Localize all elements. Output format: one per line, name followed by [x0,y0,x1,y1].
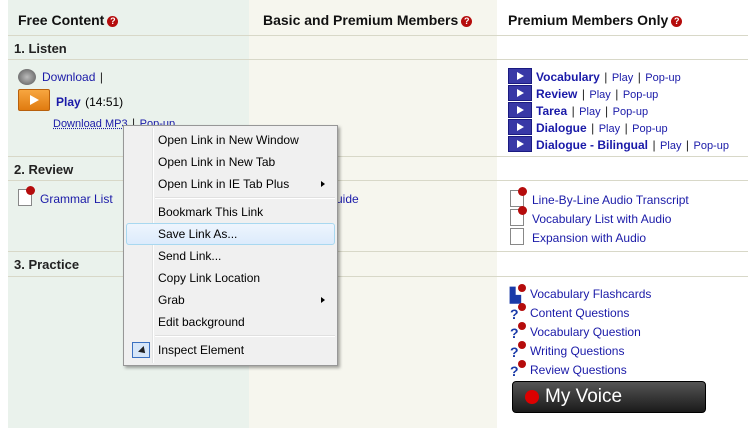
grammar-list-link[interactable]: Grammar List [40,192,113,206]
play-row: Play (14:51) [18,89,123,111]
question-icon: ? [510,360,526,379]
flashcard-icon: ▙ [510,284,526,303]
menu-item-edit-background[interactable]: Edit background [126,311,335,333]
menu-item-open-ie-tab[interactable]: Open Link in IE Tab Plus [126,173,335,195]
submenu-arrow-icon [321,297,325,303]
play-link[interactable]: Play [599,123,620,135]
vocabulary-link[interactable]: Vocabulary [536,70,600,84]
play-icon[interactable] [508,136,532,152]
play-icon[interactable] [508,102,532,118]
review-questions-link[interactable]: Review Questions [530,363,627,377]
menu-item-inspect-element[interactable]: Inspect Element [126,339,335,361]
play-link[interactable]: Play [612,72,633,84]
writing-questions-link[interactable]: Writing Questions [530,344,624,358]
dialogue-bilingual-link[interactable]: Dialogue - Bilingual [536,138,648,152]
review-section-divider [8,156,748,157]
speaker-icon [18,69,36,85]
play-icon[interactable] [18,89,50,111]
header-free: Free Content? [18,12,119,28]
popup-link[interactable]: Pop-up [645,72,680,84]
menu-separator [155,197,335,199]
record-icon [525,390,539,404]
play-icon[interactable] [508,119,532,135]
listen-divider [8,59,748,60]
document-icon [510,206,527,226]
play-link[interactable]: Play [56,95,81,109]
review-divider [8,180,748,181]
question-icon: ? [510,303,526,322]
section-practice: 3. Practice [14,257,80,272]
grammar-row: Grammar List [18,186,113,208]
document-icon [510,228,524,245]
premium-review-item: Expansion with Audio [510,228,646,247]
menu-item-copy-link-location[interactable]: Copy Link Location [126,267,335,289]
premium-review-item: Line-By-Line Audio Transcript [510,187,689,209]
expansion-link[interactable]: Expansion with Audio [532,231,646,245]
menu-item-send-link[interactable]: Send Link... [126,245,335,267]
premium-practice-item: ? Vocabulary Question [510,322,641,341]
document-icon [18,186,35,206]
flashcards-link[interactable]: Vocabulary Flashcards [530,287,651,301]
context-menu: Open Link in New Window Open Link in New… [123,125,338,366]
submenu-arrow-icon [321,181,325,187]
menu-separator [155,335,335,337]
dialogue-link[interactable]: Dialogue [536,121,587,135]
premium-practice-item: ? Content Questions [510,303,629,322]
header-basic: Basic and Premium Members? [263,12,473,28]
question-icon: ? [510,341,526,360]
premium-listen-item: Review | Play | Pop-up [508,85,658,103]
help-icon[interactable]: ? [461,16,473,27]
review-link[interactable]: Review [536,87,577,101]
popup-link[interactable]: Pop-up [623,89,658,101]
premium-listen-item: Dialogue - Bilingual | Play | Pop-up [508,136,729,154]
vocabulary-list-link[interactable]: Vocabulary List with Audio [532,212,671,226]
menu-item-open-new-tab[interactable]: Open Link in New Tab [126,151,335,173]
voice-recorder-button[interactable]: My Voice Recorder [512,381,706,437]
tarea-link[interactable]: Tarea [536,104,567,118]
premium-practice-item: ? Review Questions [510,360,627,379]
vocabulary-question-link[interactable]: Vocabulary Question [530,325,641,339]
menu-item-bookmark-link[interactable]: Bookmark This Link [126,201,335,223]
popup-link[interactable]: Pop-up [693,140,728,152]
transcript-icon [510,187,527,207]
download-mp3-link[interactable]: Download MP3 [53,118,128,130]
help-icon[interactable]: ? [671,16,683,27]
menu-item-open-new-window[interactable]: Open Link in New Window [126,129,335,151]
premium-practice-item: ? Writing Questions [510,341,624,360]
premium-review-item: Vocabulary List with Audio [510,206,671,228]
header-divider [8,35,748,36]
content-questions-link[interactable]: Content Questions [530,306,629,320]
question-icon: ? [510,322,526,341]
play-link[interactable]: Play [589,89,610,101]
premium-practice-item: ▙ Vocabulary Flashcards [510,284,651,303]
practice-section-divider [8,251,748,252]
download-link[interactable]: Download [42,70,95,84]
duration: (14:51) [85,95,124,109]
basic-review-link-row: uide [336,190,359,208]
inspect-icon [132,342,150,358]
menu-item-grab[interactable]: Grab [126,289,335,311]
play-icon[interactable] [508,68,532,84]
download-row: Download | [18,68,103,86]
section-review: 2. Review [14,162,74,177]
premium-listen-item: Vocabulary | Play | Pop-up [508,68,681,86]
premium-listen-item: Tarea | Play | Pop-up [508,102,648,120]
play-link[interactable]: Play [660,140,681,152]
guide-link[interactable]: uide [336,192,359,206]
popup-link[interactable]: Pop-up [613,106,648,118]
play-icon[interactable] [508,85,532,101]
play-link[interactable]: Play [579,106,600,118]
help-icon[interactable]: ? [107,16,119,27]
premium-listen-item: Dialogue | Play | Pop-up [508,119,668,137]
header-premium: Premium Members Only? [508,12,683,28]
transcript-link[interactable]: Line-By-Line Audio Transcript [532,193,689,207]
popup-link[interactable]: Pop-up [632,123,667,135]
practice-divider [8,276,748,277]
section-listen: 1. Listen [14,41,67,56]
menu-item-save-link-as[interactable]: Save Link As... [126,223,335,245]
